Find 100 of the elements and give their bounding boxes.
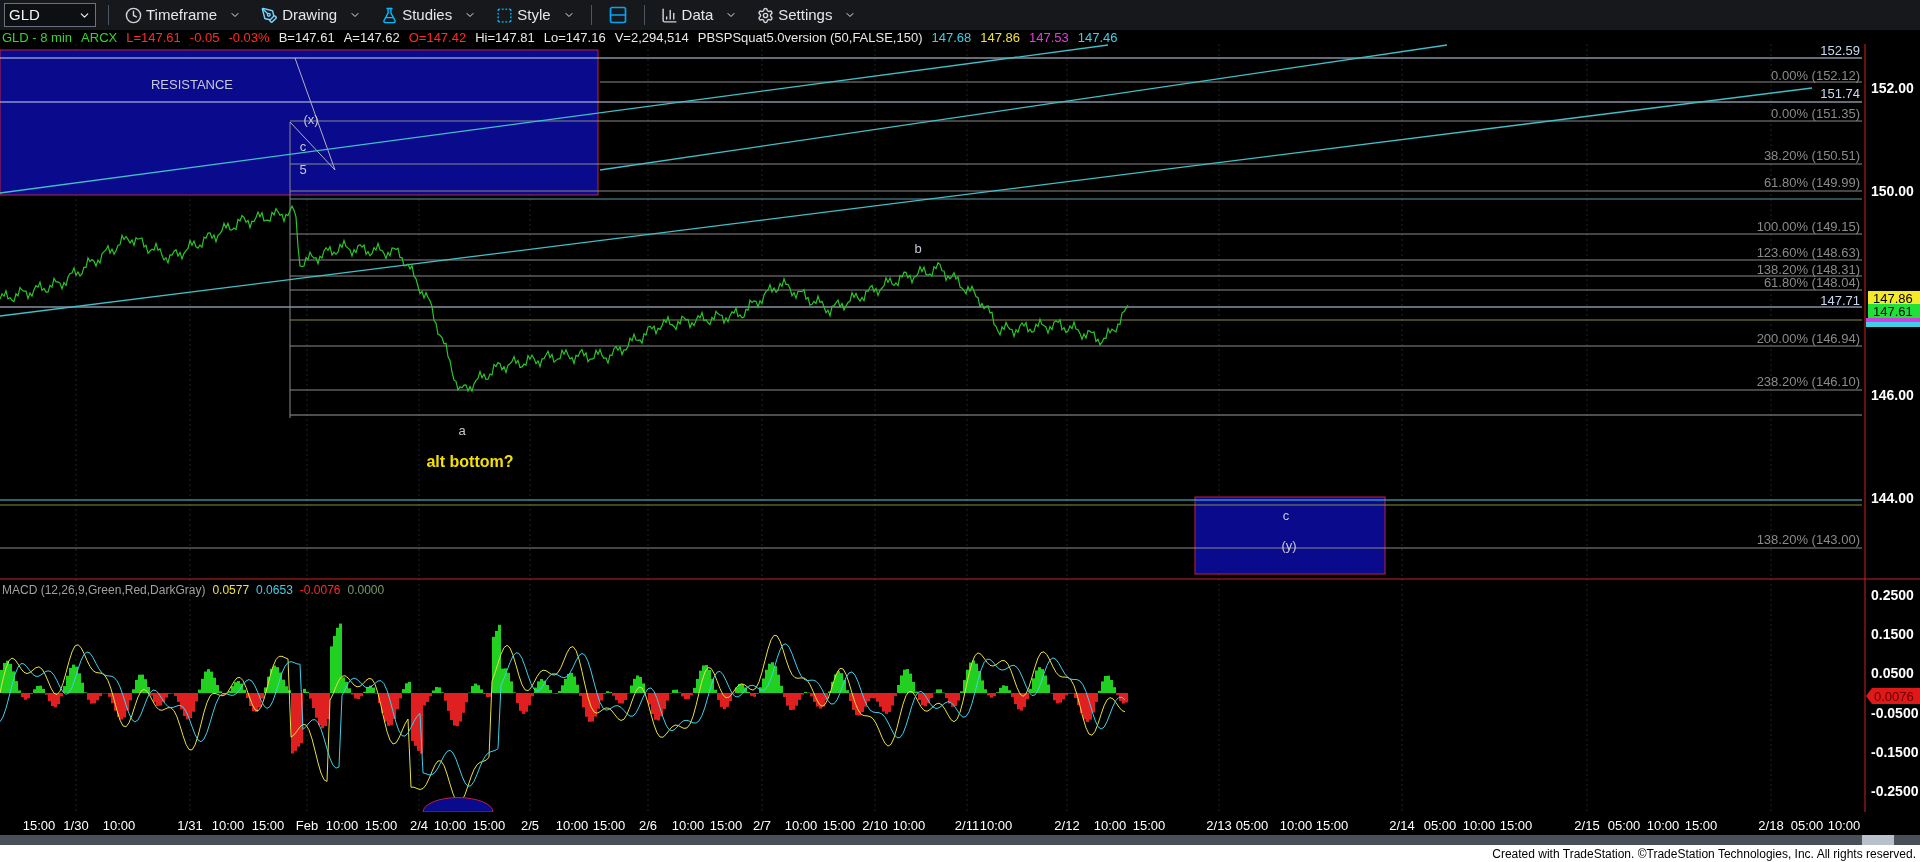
price-axis-label: 144.00 (1871, 490, 1914, 506)
settings-icon (757, 6, 775, 24)
time-axis-label: 15:00 (472, 817, 506, 835)
toolbar-menu-button[interactable]: Settings (753, 3, 861, 27)
time-axis-label: 15:00 (822, 817, 856, 835)
macd-axis-label: 0.2500 (1871, 587, 1914, 603)
wave-label: c (299, 139, 307, 154)
horizontal-scrollbar[interactable] (0, 835, 1920, 845)
bar-chart-icon (660, 6, 678, 24)
wave-label: a (458, 423, 466, 438)
legend-value: -0.03% (228, 30, 270, 45)
legend-value: V=2,294,514 (614, 30, 689, 45)
legend-value: GLD - 8 min (2, 30, 73, 45)
toolbar-menu-button[interactable]: Drawing (257, 3, 366, 27)
time-axis-label: 15:00 (709, 817, 743, 835)
fib-level-label: 61.80% (148.04) (1763, 275, 1860, 290)
toolbar-menu-button[interactable]: Studies (377, 3, 481, 27)
price-marker-tag: 147.86 (1868, 291, 1920, 306)
time-axis-label: 10:00 (1827, 817, 1861, 835)
scrollbar-thumb[interactable] (1862, 835, 1894, 845)
macd-axis-label: -0.2500 (1871, 783, 1919, 799)
legend-value: Hi=147.81 (475, 30, 535, 45)
time-axis-label: 05:00 (1790, 817, 1824, 835)
legend-value: O=147.42 (408, 30, 467, 45)
fib-level-label: 138.20% (143.00) (1756, 532, 1860, 547)
legend-value: 147.53 (1029, 30, 1069, 45)
time-axis-label: 1/31 (177, 817, 203, 835)
time-axis-label: 10:00 (979, 817, 1013, 835)
dashed-square-icon (496, 6, 514, 24)
time-axis-label: 15:00 (364, 817, 398, 835)
macd-marker-tag: 0.0076 (1866, 688, 1920, 704)
stacked-panels-icon (607, 5, 628, 25)
time-axis-label: Feb (295, 817, 319, 835)
time-axis-label: 15:00 (592, 817, 626, 835)
legend-value: 147.86 (980, 30, 1021, 45)
fib-level-label: 138.20% (148.31) (1756, 262, 1860, 277)
time-axis-label: 10:00 (1279, 817, 1313, 835)
time-axis-label: 10:00 (671, 817, 705, 835)
time-axis-label: 10:00 (102, 817, 136, 835)
time-axis-label: 2/4 (409, 817, 429, 835)
time-axis-label: 10:00 (555, 817, 589, 835)
time-axis-label: 2/13 (1206, 817, 1232, 835)
macd-legend-value: 0.0653 (256, 582, 293, 599)
wave-label: c (1282, 508, 1290, 523)
fib-level-label: 100.00% (149.15) (1756, 219, 1860, 234)
price-axis-label: 152.00 (1871, 80, 1914, 96)
time-axis-label: 05:00 (1607, 817, 1641, 835)
time-axis-label: 2/7 (752, 817, 772, 835)
legend-value: A=147.62 (343, 30, 400, 45)
symbol-dropdown[interactable]: GLD (4, 3, 96, 27)
time-axis-label: 15:00 (1315, 817, 1349, 835)
time-axis-label: 1/30 (63, 817, 89, 835)
fib-level-label: 0.00% (151.35) (1771, 106, 1860, 121)
fib-level-label: 238.20% (146.10) (1756, 374, 1860, 389)
macd-axis-label: 0.1500 (1871, 626, 1914, 643)
wave-label: (y) (1281, 538, 1297, 553)
time-axis-label: 2/15 (1574, 817, 1600, 835)
time-axis-label: 10:00 (892, 817, 926, 835)
wave-label: b (914, 241, 922, 256)
time-axis-label: 2/6 (638, 817, 658, 835)
macd-legend-value: MACD (12,26,9,Green,Red,DarkGray) (2, 582, 206, 599)
legend-value: -0.05 (189, 30, 220, 45)
ellipse-highlight-drawing (422, 797, 494, 812)
macd-axis-label: -0.1500 (1871, 743, 1919, 760)
time-axis-label: 15:00 (1132, 817, 1166, 835)
macd-legend-value: -0.0076 (299, 582, 341, 599)
legend-value: Lo=147.16 (543, 30, 606, 45)
time-axis-label: 15:00 (1684, 817, 1718, 835)
wave-label: RESISTANCE (150, 77, 234, 92)
price-axis-label: 146.00 (1871, 387, 1914, 403)
fib-level-label: 152.59 (1820, 43, 1860, 58)
macd-legend-value: 0.0000 (347, 582, 385, 599)
legend-value: B=147.61 (278, 30, 335, 45)
fib-level-label: 200.00% (146.94) (1756, 331, 1860, 346)
macd-axis-label: 0.0500 (1871, 665, 1914, 682)
legend-value: 147.46 (1077, 30, 1118, 45)
time-axis-label: 2/10 (862, 817, 888, 835)
fib-level-label: 123.60% (148.63) (1756, 245, 1860, 260)
macd-legend-value: 0.0577 (212, 582, 250, 599)
time-axis-label: 10:00 (784, 817, 818, 835)
wave-label: 5 (299, 162, 307, 177)
toolbar-menu-button[interactable]: Style (492, 3, 579, 27)
time-axis-label: 2/14 (1389, 817, 1415, 835)
macd-axis-label: -0.0500 (1871, 704, 1919, 721)
legend-value: L=147.61 (126, 30, 181, 45)
time-axis-label: 15:00 (22, 817, 56, 835)
toolbar-menu-button[interactable]: Data (656, 3, 742, 27)
time-axis-label: 05:00 (1423, 817, 1457, 835)
time-axis-label: 2/12 (1054, 817, 1080, 835)
flask-icon (381, 6, 399, 24)
legend-value: 147.68 (931, 30, 972, 45)
price-marker-tag: 147.61 (1868, 304, 1920, 319)
copyright-text: Created with TradeStation. ©TradeStation Technologies, Inc. All rights reserved. (1492, 845, 1916, 862)
fib-level-label: 0.00% (152.12) (1771, 68, 1860, 83)
time-axis-label: 05:00 (1235, 817, 1269, 835)
time-axis-label: 10:00 (433, 817, 467, 835)
wave-label: (x) (303, 112, 319, 127)
time-axis-label: 10:00 (1462, 817, 1496, 835)
pen-icon (261, 6, 279, 24)
toolbar-menu-button[interactable]: Timeframe (121, 3, 246, 27)
